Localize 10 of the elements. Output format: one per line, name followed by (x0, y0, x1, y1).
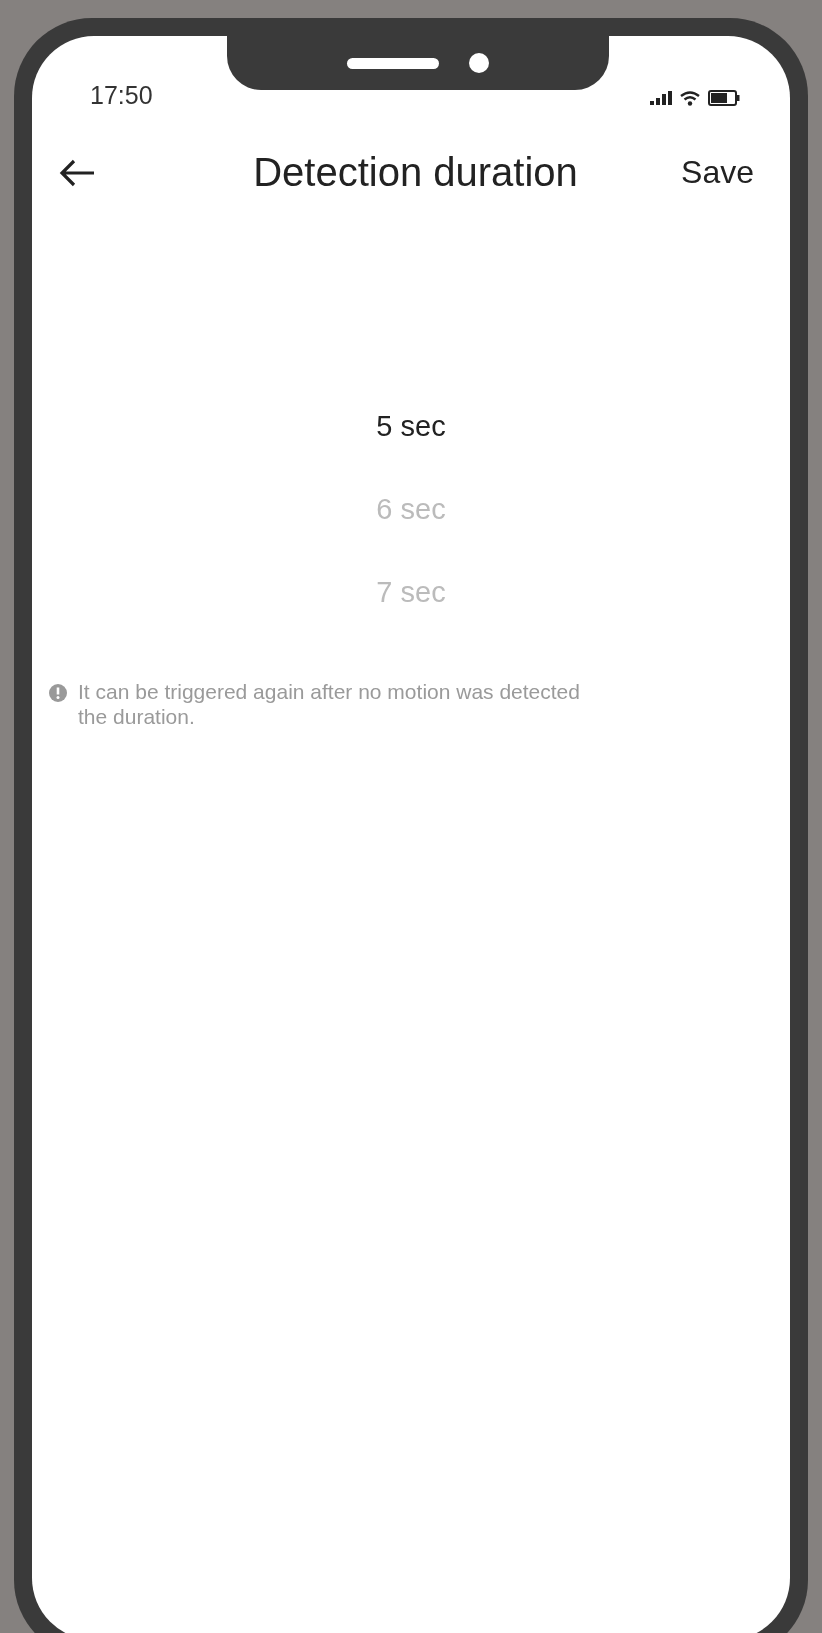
page-title: Detection duration (252, 150, 579, 195)
info-icon (48, 683, 68, 703)
signal-icon (650, 91, 672, 105)
hint-text: It can be triggered again after no motion was detected the duration. (78, 679, 580, 730)
save-button[interactable]: Save (681, 154, 754, 191)
battery-icon (708, 90, 740, 106)
picker-option[interactable]: 5 sec (376, 410, 446, 443)
wifi-icon (680, 90, 700, 106)
back-arrow-icon (58, 157, 96, 188)
status-time: 17:50 (90, 80, 153, 110)
